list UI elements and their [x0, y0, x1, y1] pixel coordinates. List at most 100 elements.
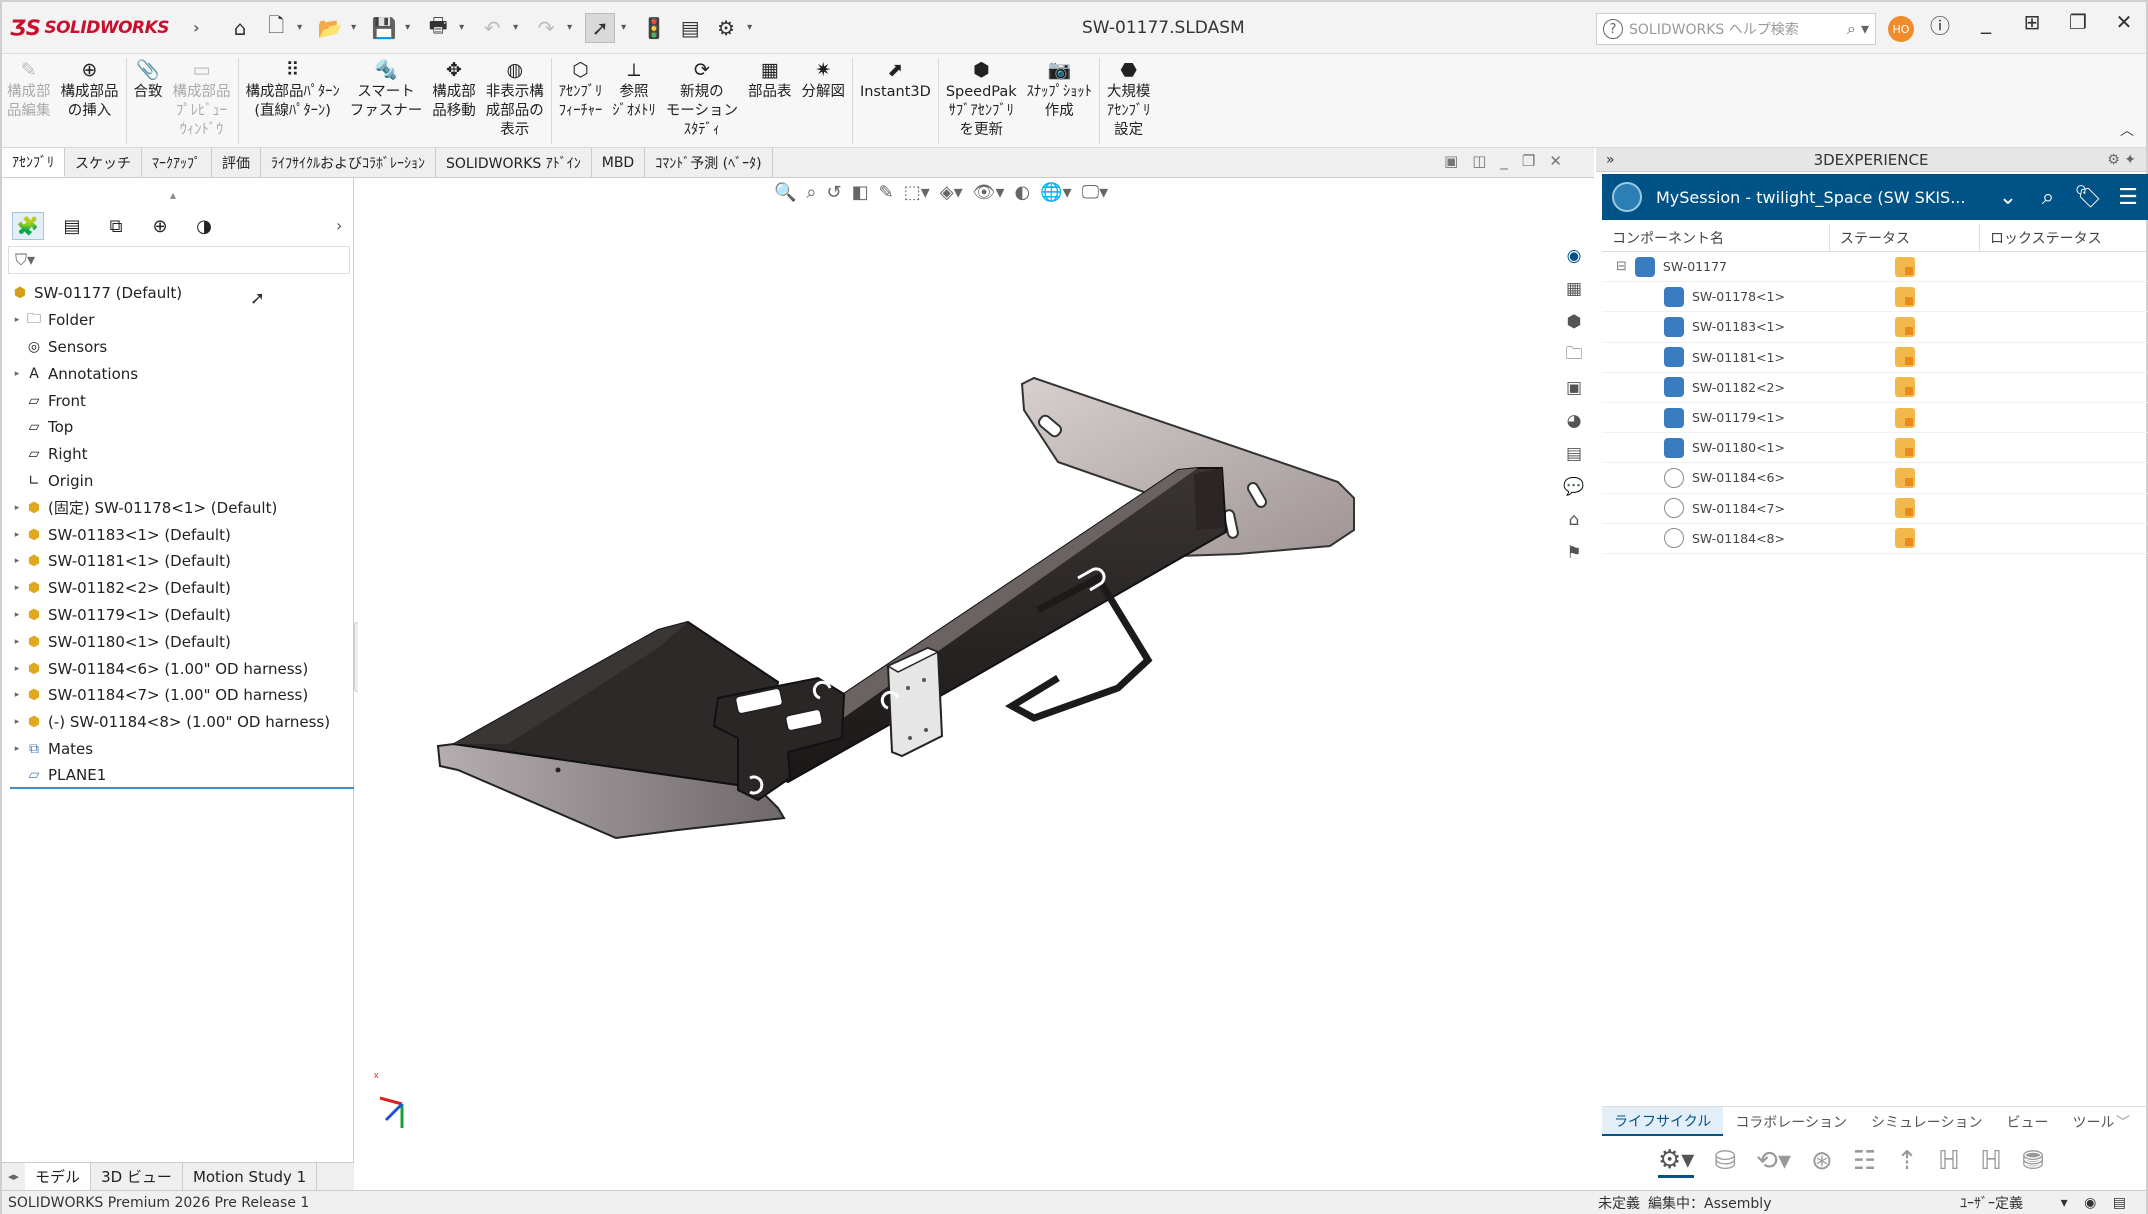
expand-arrow-icon[interactable]: ▸ [10, 690, 24, 700]
ribbon-button-motion-study[interactable]: ⟳ 新規の モーション ｽﾀﾃﾞｨ [661, 58, 743, 140]
tree-node[interactable]: ▸ A Annotations [10, 360, 354, 387]
design-library-icon[interactable]: ⬢ [1560, 308, 1588, 336]
command-tab-5[interactable]: SOLIDWORKS ｱﾄﾞｲﾝ [436, 148, 592, 177]
extensions-icon[interactable]: ⚑ [1560, 539, 1588, 567]
xp-tab-3[interactable]: ビュー [1995, 1112, 2061, 1132]
xp-tag-icon[interactable]: 🏷 [2068, 185, 2108, 210]
tree-node[interactable]: ▸ ⬢ SW-01184<7> (1.00" OD harness) [10, 682, 354, 709]
configuration-manager-tab-icon[interactable]: ⧉ [100, 212, 132, 240]
file-properties-icon[interactable]: ▤ [675, 13, 705, 43]
expand-arrow-icon[interactable]: ▸ [10, 556, 24, 566]
save-dropdown-icon[interactable]: ▾ [405, 22, 417, 33]
command-tab-0[interactable]: ｱｾﾝﾌﾞﾘ [2, 148, 65, 177]
home-tab-icon[interactable]: ⌂ [1560, 506, 1588, 534]
home-icon[interactable]: ⌂ [225, 13, 255, 43]
display-style-icon[interactable]: ◈▾ [940, 182, 963, 203]
revise-icon[interactable]: ⟲▾ [1756, 1146, 1791, 1176]
panel-pin-icon[interactable]: ⚙ ✦ [2107, 152, 2136, 168]
save-icon[interactable]: 💾 [369, 13, 399, 43]
tree-node[interactable]: ▸ 🗀 Folder [10, 307, 354, 334]
component-row[interactable]: SW-01181<1> [1602, 343, 2148, 373]
tree-root-assembly[interactable]: ⬢ SW-01177 (Default) [10, 280, 354, 307]
tab-scroll-arrows-icon[interactable]: ◂▸ [2, 1163, 25, 1190]
open-dropdown-icon[interactable]: ▾ [351, 22, 363, 33]
tree-node[interactable]: ▸ ⧉ Mates [10, 736, 354, 763]
command-tab-2[interactable]: ﾏｰｸｱｯﾌﾟ [142, 148, 212, 177]
session-selector[interactable]: MySession - twilight_Space (SW SKIS... [1656, 188, 1988, 207]
ribbon-button-show-hidden[interactable]: ◍ 非表示構 成部品の 表示 [481, 58, 549, 140]
xp-menu-icon[interactable]: ☰ [2108, 185, 2148, 210]
command-tab-7[interactable]: ｺﾏﾝﾄﾞ予測 (ﾍﾞｰﾀ) [645, 148, 773, 177]
ribbon-button-instant3d[interactable]: ⬈ Instant3D [855, 58, 936, 102]
component-row[interactable]: ⊟ SW-01177 [1602, 252, 2148, 283]
open-folder-icon[interactable]: 📂 [315, 13, 345, 43]
search-icon[interactable]: ⌕ ▾ [1847, 19, 1869, 39]
viewport-close-icon[interactable]: ✕ [1549, 152, 1562, 170]
command-tab-3[interactable]: 評価 [212, 148, 261, 177]
dimxpert-tab-icon[interactable]: ⊕ [144, 212, 176, 240]
ribbon-button-edit-component[interactable]: ✎ 構成部 品編集 [2, 58, 56, 121]
apply-scene-icon[interactable]: 🌐▾ [1040, 182, 1071, 203]
tree-node[interactable]: ▸ ⬢ (-) SW-01184<8> (1.00" OD harness) [10, 709, 354, 736]
expand-arrow-icon[interactable]: ▸ [10, 315, 24, 325]
minimize-icon[interactable]: _ [1974, 10, 1998, 39]
xp-search-icon[interactable]: ⌕ [2028, 185, 2068, 210]
previous-view-icon[interactable]: ↺ [827, 182, 842, 203]
collaborate-icon[interactable]: ℍ [1938, 1146, 1960, 1176]
ribbon-button-assembly-feature[interactable]: ⬡ ｱｾﾝﾌﾞﾘ ﾌｨｰﾁｬｰ [554, 58, 608, 121]
ribbon-button-preview-window[interactable]: ▭ 構成部品 ﾌﾟﾚﾋﾞｭｰ ｳｨﾝﾄﾞｳ [168, 58, 236, 140]
section-view-icon[interactable]: ◧ [852, 182, 869, 203]
revision-icon[interactable]: ⛁ [1714, 1146, 1736, 1176]
units-selector[interactable]: ﾕｰｻﾞｰ定義 [1960, 1193, 2023, 1213]
database-icon[interactable]: ⛃ [2022, 1146, 2044, 1176]
solidworks-resources-icon[interactable]: ▦ [1560, 275, 1588, 303]
ribbon-button-linear-pattern[interactable]: ⠿ 構成部品ﾊﾟﾀｰﾝ (直線ﾊﾟﾀｰﾝ) [241, 58, 345, 121]
promote-icon[interactable]: ⇡ [1896, 1146, 1918, 1176]
model-tab-2[interactable]: Motion Study 1 [183, 1163, 318, 1190]
tree-node[interactable]: ▱ Top [10, 414, 354, 441]
user-avatar[interactable]: HO [1888, 16, 1914, 42]
xp-tab-1[interactable]: コラボレーション [1723, 1112, 1859, 1132]
component-row[interactable]: SW-01184<7> [1602, 494, 2148, 524]
collapse-node-icon[interactable]: ⊟ [1616, 259, 1627, 274]
component-row[interactable]: SW-01180<1> [1602, 433, 2148, 464]
new-document-icon[interactable]: 🗋 [261, 13, 291, 43]
ribbon-button-move-component[interactable]: ✥ 構成部 品移動 [427, 58, 481, 121]
expand-arrow-icon[interactable]: ▸ [10, 744, 24, 754]
help-icon[interactable]: ⓘ [1928, 10, 1952, 39]
tree-node[interactable]: ∟ Origin [10, 468, 354, 495]
property-manager-tab-icon[interactable]: ▤ [56, 212, 88, 240]
tree-node[interactable]: ▸ ⬢ SW-01183<1> (Default) [10, 521, 354, 548]
more-tabs-chevron-icon[interactable]: › [336, 216, 342, 235]
solidworks-logo[interactable]: ƷS SOLIDWORKS › [10, 16, 200, 40]
dynamic-annotation-icon[interactable]: ✎ [879, 182, 894, 203]
expand-arrow-icon[interactable]: ▸ [10, 530, 24, 540]
session-dropdown-icon[interactable]: ⌄ [1988, 185, 2028, 210]
view-orientation-icon[interactable]: ⬚▾ [904, 182, 930, 203]
command-tab-6[interactable]: MBD [592, 148, 646, 177]
command-tab-1[interactable]: スケッチ [65, 148, 142, 177]
command-tab-4[interactable]: ﾗｲﾌｻｲｸﾙおよびｺﾗﾎﾞﾚｰｼｮﾝ [261, 148, 436, 177]
status-icons[interactable]: ▾ ◉ ▤ [2061, 1195, 2132, 1211]
expand-arrow-icon[interactable]: ▸ [10, 369, 24, 379]
tree-filter-input[interactable]: ⛉▾ [8, 246, 350, 274]
tree-node[interactable]: ▸ ⬢ SW-01182<2> (Default) [10, 575, 354, 602]
component-row[interactable]: SW-01182<2> [1602, 373, 2148, 403]
tree-node[interactable]: ▸ ⬢ (固定) SW-01178<1> (Default) [10, 494, 354, 521]
print-dropdown-icon[interactable]: ▾ [459, 22, 471, 33]
link-view-icon[interactable]: ◫ [1472, 152, 1486, 170]
column-status[interactable]: ステータス [1830, 224, 1980, 251]
tree-node[interactable]: ▱ Right [10, 441, 354, 468]
split-view-icon[interactable]: ▣ [1444, 152, 1458, 170]
component-row[interactable]: SW-01178<1> [1602, 282, 2148, 313]
ribbon-button-speedpak[interactable]: ⬢ SpeedPak ｻﾌﾞｱｾﾝﾌﾞﾘ を更新 [941, 58, 1022, 140]
options-gear-icon[interactable]: ⚙ [711, 13, 741, 43]
xp-tab-2[interactable]: シミュレーション [1859, 1112, 1994, 1132]
custom-properties-icon[interactable]: ▤ [1560, 440, 1588, 468]
restore-icon[interactable]: ❐ [2066, 10, 2090, 39]
xp-tabs-collapse-icon[interactable]: ﹀ [2116, 1112, 2130, 1132]
undo-icon[interactable]: ↶ [477, 13, 507, 43]
component-row[interactable]: SW-01184<8> [1602, 524, 2148, 554]
viewport-minimize-icon[interactable]: _ [1500, 152, 1508, 170]
expand-arrow-icon[interactable]: ▸ [10, 717, 24, 727]
